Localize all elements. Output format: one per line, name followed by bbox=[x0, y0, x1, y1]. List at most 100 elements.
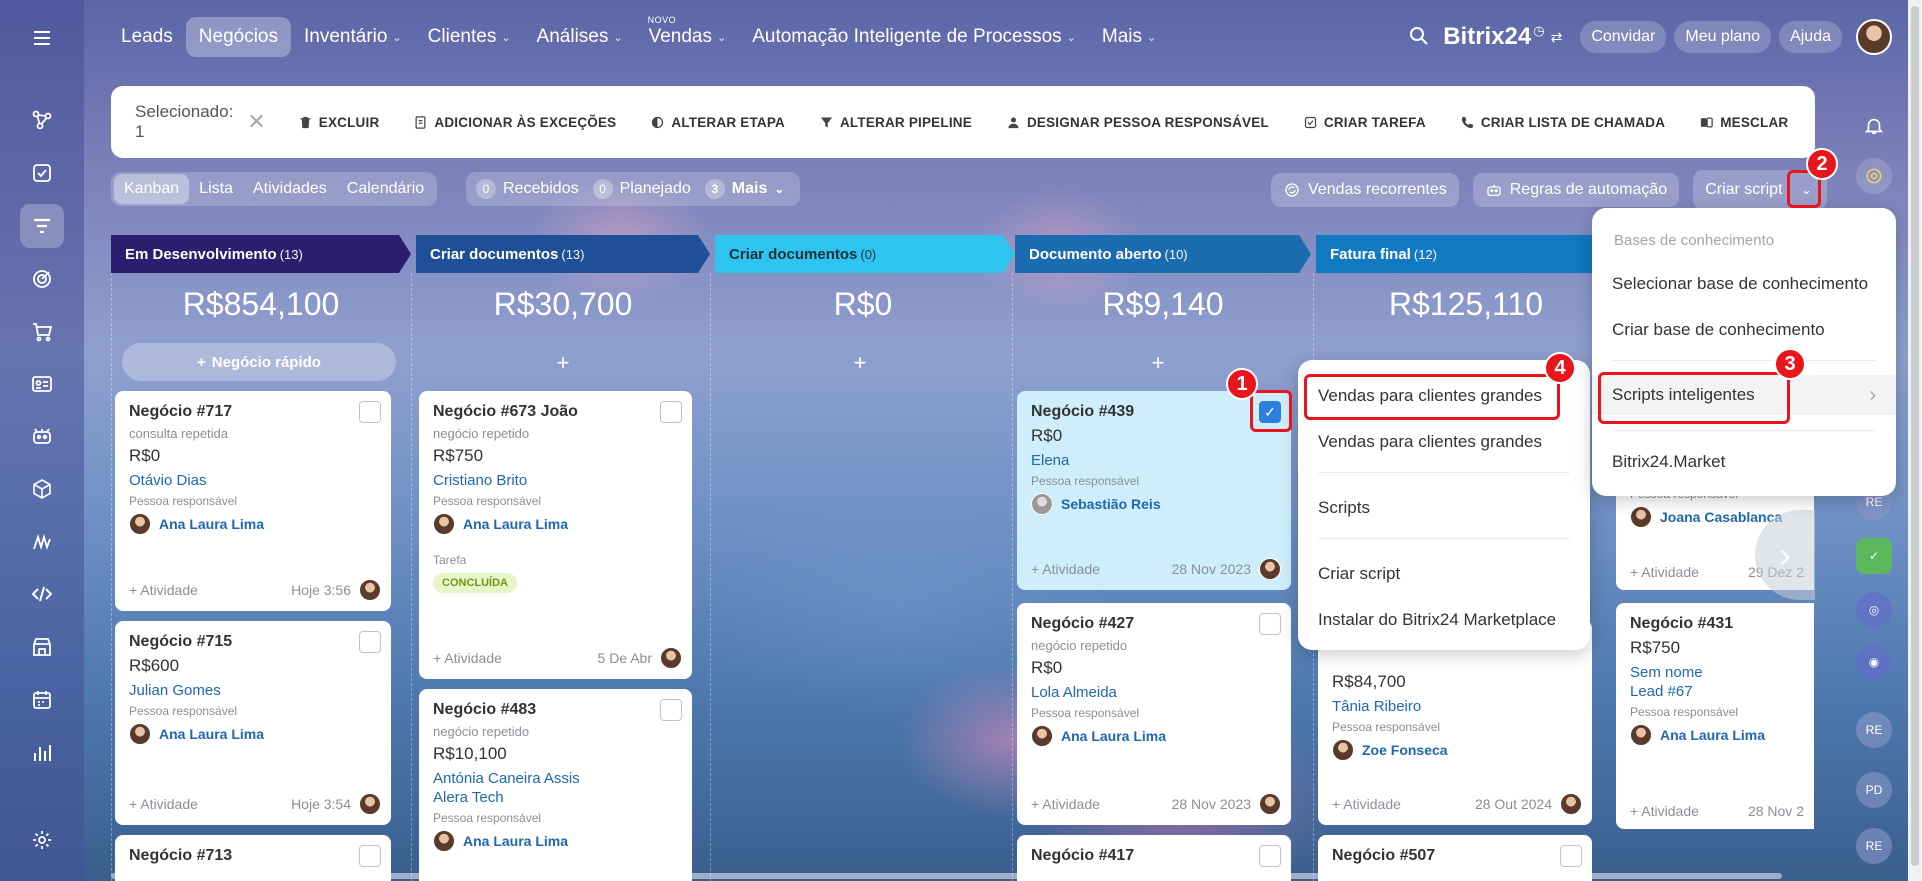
contact-link[interactable]: Otávio Dias bbox=[129, 472, 377, 489]
column-header-em-desenvolvimento[interactable]: Em Desenvolvimento (13) bbox=[111, 235, 411, 273]
card-checkbox[interactable] bbox=[1259, 845, 1281, 867]
deal-card-715[interactable]: Negócio #715 R$600 Julian Gomes Pessoa r… bbox=[115, 621, 391, 825]
counter-received[interactable]: 0 Recebidos bbox=[476, 179, 579, 199]
responsible-person[interactable]: Ana Laura Lima bbox=[1031, 725, 1277, 747]
help-button[interactable]: Ajuda bbox=[1779, 21, 1842, 53]
scrollbar-thumb[interactable] bbox=[1911, 6, 1919, 866]
add-activity-link[interactable]: + Atividade bbox=[129, 582, 198, 598]
view-activities[interactable]: Atividades bbox=[243, 174, 337, 204]
store-icon[interactable] bbox=[20, 625, 64, 669]
invite-button[interactable]: Convidar bbox=[1580, 21, 1667, 53]
code-icon[interactable] bbox=[20, 572, 64, 616]
funnel-icon[interactable] bbox=[20, 204, 64, 248]
my-plan-button[interactable]: Meu plano bbox=[1674, 21, 1772, 53]
avatar[interactable]: PD bbox=[1856, 772, 1892, 808]
delete-button[interactable]: EXCLUIR bbox=[298, 115, 380, 130]
horizontal-scrollbar[interactable] bbox=[111, 873, 1782, 879]
create-task-button[interactable]: CRIAR TAREFA bbox=[1303, 115, 1426, 130]
nav-inventario[interactable]: Inventário ⌄ bbox=[291, 17, 415, 57]
add-activity-link[interactable]: + Atividade bbox=[1332, 796, 1401, 812]
tasks-icon[interactable] bbox=[20, 151, 64, 195]
contact-card-icon[interactable] bbox=[20, 362, 64, 406]
menu-icon[interactable] bbox=[20, 16, 64, 60]
menu-item-create-knowledge-base[interactable]: Criar base de conhecimento bbox=[1592, 310, 1896, 350]
chart-icon[interactable]: ◉ bbox=[1856, 644, 1892, 680]
box-icon[interactable] bbox=[20, 467, 64, 511]
avatar[interactable]: RE bbox=[1856, 828, 1892, 864]
responsible-person[interactable]: Ana Laura Lima bbox=[1630, 724, 1800, 746]
nav-analises[interactable]: Análises ⌄ bbox=[524, 17, 636, 57]
search-icon[interactable] bbox=[1407, 24, 1433, 50]
target-icon[interactable] bbox=[20, 257, 64, 301]
add-activity-link[interactable]: + Atividade bbox=[1031, 561, 1100, 577]
responsible-person[interactable]: Ana Laura Lima bbox=[433, 513, 678, 535]
card-checkbox[interactable] bbox=[660, 699, 682, 721]
menu-item-script-2[interactable]: Vendas para clientes grandes bbox=[1298, 422, 1590, 462]
responsible-person[interactable]: Zoe Fonseca bbox=[1332, 739, 1578, 761]
deal-card-673[interactable]: Negócio #673 João negócio repetido R$750… bbox=[419, 391, 692, 679]
add-activity-link[interactable]: + Atividade bbox=[129, 796, 198, 812]
add-deal-plus-icon[interactable]: + bbox=[1015, 350, 1301, 376]
assign-responsible-button[interactable]: DESIGNAR PESSOA RESPONSÁVEL bbox=[1006, 115, 1269, 130]
contact-link[interactable]: Julian Gomes bbox=[129, 682, 377, 699]
column-header-criar-documentos[interactable]: Criar documentos (13) bbox=[416, 235, 710, 273]
menu-item-select-knowledge-base[interactable]: Selecionar base de conhecimento bbox=[1592, 264, 1896, 304]
contact-link[interactable]: Lola Almeida bbox=[1031, 684, 1277, 701]
deal-card-431[interactable]: Negócio #431 R$750 Sem nome Lead #67 Pes… bbox=[1616, 603, 1814, 829]
calendar-icon[interactable] bbox=[20, 678, 64, 722]
analytics-icon[interactable] bbox=[20, 731, 64, 775]
change-stage-button[interactable]: ALTERAR ETAPA bbox=[650, 115, 785, 130]
responsible-person[interactable]: Ana Laura Lima bbox=[129, 513, 377, 535]
deal-card-427[interactable]: Negócio #427 negócio repetido R$0 Lola A… bbox=[1017, 603, 1291, 825]
nav-clientes[interactable]: Clientes ⌄ bbox=[415, 17, 524, 57]
contact-link[interactable]: Elena bbox=[1031, 452, 1277, 469]
menu-item-bitrix24-market[interactable]: Bitrix24.Market bbox=[1592, 442, 1896, 482]
view-calendar[interactable]: Calendário bbox=[337, 174, 434, 204]
create-call-list-button[interactable]: CRIAR LISTA DE CHAMADA bbox=[1460, 115, 1665, 130]
nav-leads[interactable]: Leads bbox=[108, 17, 186, 57]
settings-gear-icon[interactable] bbox=[20, 818, 64, 862]
contact-link[interactable]: Antónia Caneira Assis bbox=[433, 770, 678, 787]
deal-card-483[interactable]: Negócio #483 negócio repetido R$10,100 A… bbox=[419, 689, 692, 881]
nav-negocios[interactable]: Negócios bbox=[185, 17, 291, 57]
page-scrollbar[interactable] bbox=[1908, 0, 1922, 881]
deal-card-717[interactable]: Negócio #717 consulta repetida R$0 Otávi… bbox=[115, 391, 391, 611]
robot-icon[interactable] bbox=[20, 414, 64, 458]
menu-item-create-script[interactable]: Criar script bbox=[1298, 554, 1590, 594]
add-activity-link[interactable]: + Atividade bbox=[1630, 803, 1699, 819]
menu-item-scripts[interactable]: Scripts bbox=[1298, 488, 1590, 528]
contact-link[interactable]: Cristiano Brito bbox=[433, 472, 678, 489]
clear-selection-icon[interactable]: ✕ bbox=[247, 109, 265, 135]
add-exceptions-button[interactable]: ADICIONAR ÀS EXCEÇÕES bbox=[413, 115, 616, 130]
view-kanban[interactable]: Kanban bbox=[114, 174, 190, 204]
nav-vendas[interactable]: NOVO Vendas ⌄ bbox=[636, 15, 740, 57]
add-deal-plus-icon[interactable]: + bbox=[715, 350, 1005, 376]
column-header-fatura-final[interactable]: Fatura final (12) bbox=[1316, 235, 1616, 273]
card-checkbox[interactable] bbox=[1560, 845, 1582, 867]
contact-link[interactable]: Tânia Ribeiro bbox=[1332, 698, 1578, 715]
nav-automacao[interactable]: Automação Inteligente de Processos ⌄ bbox=[739, 17, 1089, 57]
card-checkbox[interactable] bbox=[359, 631, 381, 653]
deal-card-fatura[interactable]: R$84,700 Tânia Ribeiro Pessoa responsáve… bbox=[1318, 620, 1592, 825]
card-checkbox[interactable] bbox=[359, 845, 381, 867]
change-pipeline-button[interactable]: ALTERAR PIPELINE bbox=[819, 115, 972, 130]
view-list[interactable]: Lista bbox=[189, 174, 243, 204]
column-header-criar-documentos-2[interactable]: Criar documentos (0) bbox=[715, 235, 1015, 273]
add-activity-link[interactable]: + Atividade bbox=[1031, 796, 1100, 812]
nav-mais[interactable]: Mais ⌄ bbox=[1089, 17, 1169, 57]
copilot-icon[interactable] bbox=[1856, 158, 1892, 194]
counter-planned[interactable]: 0 Planejado bbox=[592, 179, 691, 199]
add-activity-link[interactable]: + Atividade bbox=[1630, 564, 1699, 580]
responsible-person[interactable]: Ana Laura Lima bbox=[433, 830, 678, 852]
merge-button[interactable]: MESCLAR bbox=[1699, 115, 1788, 130]
card-checkbox[interactable] bbox=[1259, 613, 1281, 635]
automation-rules-button[interactable]: Regras de automação bbox=[1472, 173, 1680, 207]
lead-link[interactable]: Lead #67 bbox=[1630, 683, 1800, 700]
task-check-icon[interactable]: ✓ bbox=[1856, 538, 1892, 574]
target-icon[interactable]: ◎ bbox=[1856, 592, 1892, 628]
crm-network-icon[interactable] bbox=[20, 98, 64, 142]
recurring-sales-button[interactable]: Vendas recorrentes bbox=[1271, 173, 1459, 207]
cart-icon[interactable] bbox=[20, 310, 64, 354]
add-deal-plus-icon[interactable]: + bbox=[416, 350, 710, 376]
signature-icon[interactable] bbox=[20, 520, 64, 564]
